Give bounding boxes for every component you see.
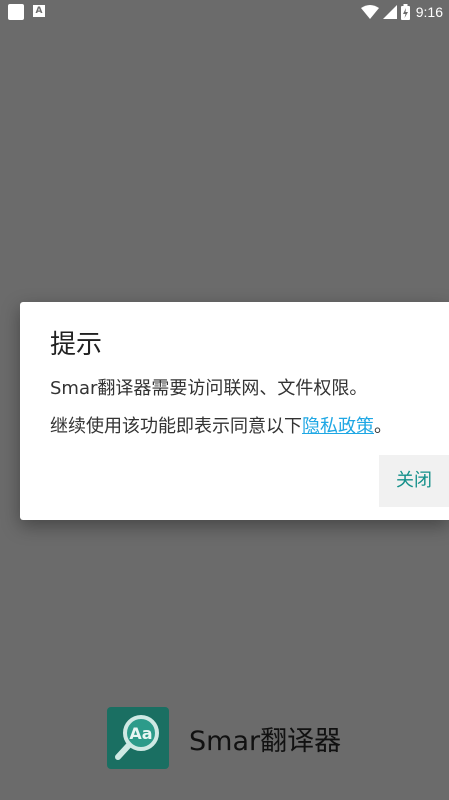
- dialog-title: 提示: [50, 330, 103, 360]
- dialog-message-suffix: 。: [374, 416, 392, 437]
- dialog-message-line2: 继续使用该功能即表示同意以下隐私政策。: [50, 414, 392, 440]
- close-button[interactable]: 关闭: [379, 455, 449, 507]
- status-time: 9:16: [415, 4, 443, 20]
- magnifier-icon: Aa: [115, 715, 159, 760]
- app-brand: Aa Smar翻译器: [107, 706, 341, 770]
- font-a-icon: A: [33, 5, 45, 17]
- notification-square-icon: [8, 4, 24, 20]
- cell-signal-icon: [382, 5, 397, 19]
- dialog-message-line1: Smar翻译器需要访问联网、文件权限。: [50, 378, 368, 399]
- app-icon: Aa: [107, 707, 169, 769]
- privacy-policy-link[interactable]: 隐私政策: [302, 416, 374, 437]
- app-name: Smar翻译器: [189, 725, 342, 757]
- dialog-message-prefix: 继续使用该功能即表示同意以下: [50, 416, 302, 437]
- permission-dialog: 提示 Smar翻译器需要访问联网、文件权限。 继续使用该功能即表示同意以下隐私政…: [20, 302, 449, 520]
- status-bar: A 9:16: [0, 0, 449, 24]
- battery-charging-icon: [400, 4, 410, 20]
- app-icon-text: Aa: [129, 724, 152, 743]
- status-icons: 9:16: [360, 2, 443, 22]
- wifi-icon: [360, 5, 379, 19]
